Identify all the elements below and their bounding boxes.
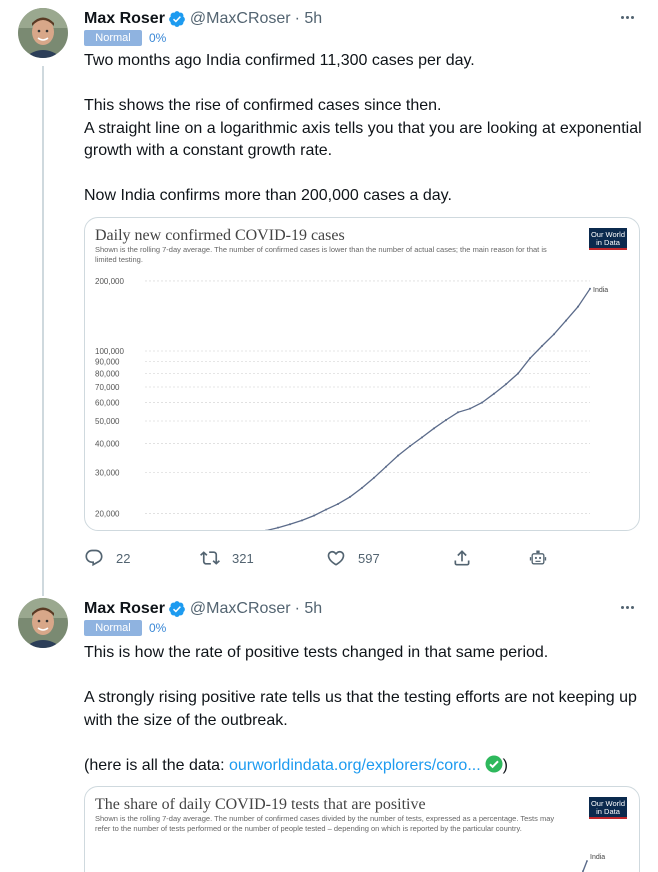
y-tick-label: 30,000	[95, 469, 120, 478]
data-point	[589, 287, 591, 290]
heart-icon	[327, 550, 345, 566]
data-point	[409, 445, 411, 448]
label-row: Normal 0%	[84, 30, 166, 46]
data-point	[385, 465, 387, 468]
tweet-text: Two months ago India confirmed 11,300 ca…	[84, 50, 644, 208]
data-point	[541, 345, 543, 348]
author-handle[interactable]: @MaxCRoser	[190, 600, 291, 618]
tweet-header: Max Roser @MaxCRoser · 5h	[84, 8, 322, 30]
data-point	[469, 407, 471, 410]
positive-rate-chart: India	[581, 854, 605, 872]
y-tick-label: 20,000	[95, 510, 120, 519]
data-point	[325, 508, 327, 511]
series-label: India	[593, 287, 608, 294]
data-point	[397, 454, 399, 457]
y-tick-label: 40,000	[95, 440, 120, 449]
reply-count: 22	[116, 550, 131, 566]
tweet-text-line: A strongly rising positive rate tells us…	[84, 689, 637, 729]
check-circle-icon	[485, 755, 503, 772]
author-name[interactable]: Max Roser	[84, 600, 165, 618]
tweet-header: Max Roser @MaxCRoser · 5h	[84, 598, 322, 620]
percent-label: 0%	[149, 621, 167, 635]
retweet-button[interactable]: 321	[200, 546, 254, 570]
data-point	[457, 411, 459, 414]
series-label: India	[590, 854, 605, 861]
y-tick-label: 50,000	[95, 417, 120, 426]
tweet-text-line: (here is all the data: ourworldindata.or…	[84, 755, 644, 778]
reply-icon	[85, 549, 103, 567]
chart-card[interactable]: The share of daily COVID-19 tests that a…	[84, 786, 640, 872]
like-button[interactable]: 597	[326, 546, 380, 570]
avatar[interactable]	[18, 598, 68, 648]
series-line-india	[265, 288, 591, 530]
data-point	[373, 476, 375, 479]
y-tick-label: 70,000	[95, 383, 120, 392]
data-point	[529, 357, 531, 360]
data-point	[433, 427, 435, 430]
chart-card[interactable]: Daily new confirmed COVID-19 cases Shown…	[84, 217, 640, 531]
more-options-icon[interactable]	[616, 596, 638, 618]
case-chart: 20,000 30,000 40,000 50,000 60,000 70,000 80,0…	[95, 277, 608, 530]
data-point	[301, 519, 303, 522]
tweet-actions: 22 321 597	[84, 546, 564, 570]
data-point	[277, 526, 279, 529]
y-tick-label: 80,000	[95, 370, 120, 379]
status-badge: Normal	[84, 620, 142, 636]
y-tick-label: 100,000	[95, 347, 124, 356]
verified-badge-icon	[169, 11, 185, 27]
retweet-count: 321	[232, 550, 254, 566]
data-point	[553, 333, 555, 336]
y-tick-label: 60,000	[95, 399, 120, 408]
tweet-text-line: This is how the rate of positive tests c…	[84, 644, 549, 661]
tweet[interactable]: Max Roser @MaxCRoser · 5h Normal 0% Two …	[0, 0, 658, 590]
link-suffix: )	[502, 756, 508, 774]
y-tick-label: 200,000	[95, 277, 124, 286]
link-prefix: (here is all the data:	[84, 756, 229, 774]
y-tick-label: 90,000	[95, 358, 120, 367]
robot-icon	[529, 550, 547, 565]
data-point	[289, 523, 291, 526]
avatar[interactable]	[18, 8, 68, 58]
share-button[interactable]	[452, 546, 472, 570]
data-point	[517, 372, 519, 375]
data-point	[313, 514, 315, 517]
data-link[interactable]: ourworldindata.org/explorers/coro...	[229, 757, 481, 774]
tweet-text-line: A straight line on a logarithmic axis te…	[84, 119, 642, 160]
tweet-text-line: Two months ago India confirmed 11,300 ca…	[84, 52, 475, 69]
more-options-icon[interactable]	[616, 6, 638, 28]
status-badge: Normal	[84, 30, 142, 46]
like-count: 597	[358, 550, 380, 566]
percent-label: 0%	[149, 31, 167, 45]
data-point	[577, 305, 579, 308]
author-name[interactable]: Max Roser	[84, 10, 165, 28]
timestamp[interactable]: · 5h	[295, 600, 323, 618]
tweet-text: This is how the rate of positive tests c…	[84, 642, 644, 777]
verified-badge-icon	[169, 601, 185, 617]
label-row: Normal 0%	[84, 620, 166, 636]
data-point	[505, 383, 507, 386]
data-point	[337, 502, 339, 505]
timestamp[interactable]: · 5h	[295, 10, 323, 28]
tweet[interactable]: Max Roser @MaxCRoser · 5h Normal 0% This…	[0, 590, 658, 872]
reply-button[interactable]: 22	[84, 546, 130, 570]
data-point	[361, 486, 363, 489]
author-handle[interactable]: @MaxCRoser	[190, 10, 291, 28]
tweet-text-line: This shows the rise of confirmed cases s…	[84, 97, 442, 114]
bot-icon[interactable]	[528, 546, 548, 570]
share-icon	[454, 550, 470, 566]
tweet-text-line: Now India confirms more than 200,000 cas…	[84, 187, 452, 204]
data-point	[493, 392, 495, 395]
retweet-icon	[200, 551, 220, 565]
data-point	[481, 401, 483, 404]
data-point	[421, 436, 423, 439]
data-point	[349, 495, 351, 498]
data-point	[565, 319, 567, 322]
data-point	[445, 418, 447, 421]
